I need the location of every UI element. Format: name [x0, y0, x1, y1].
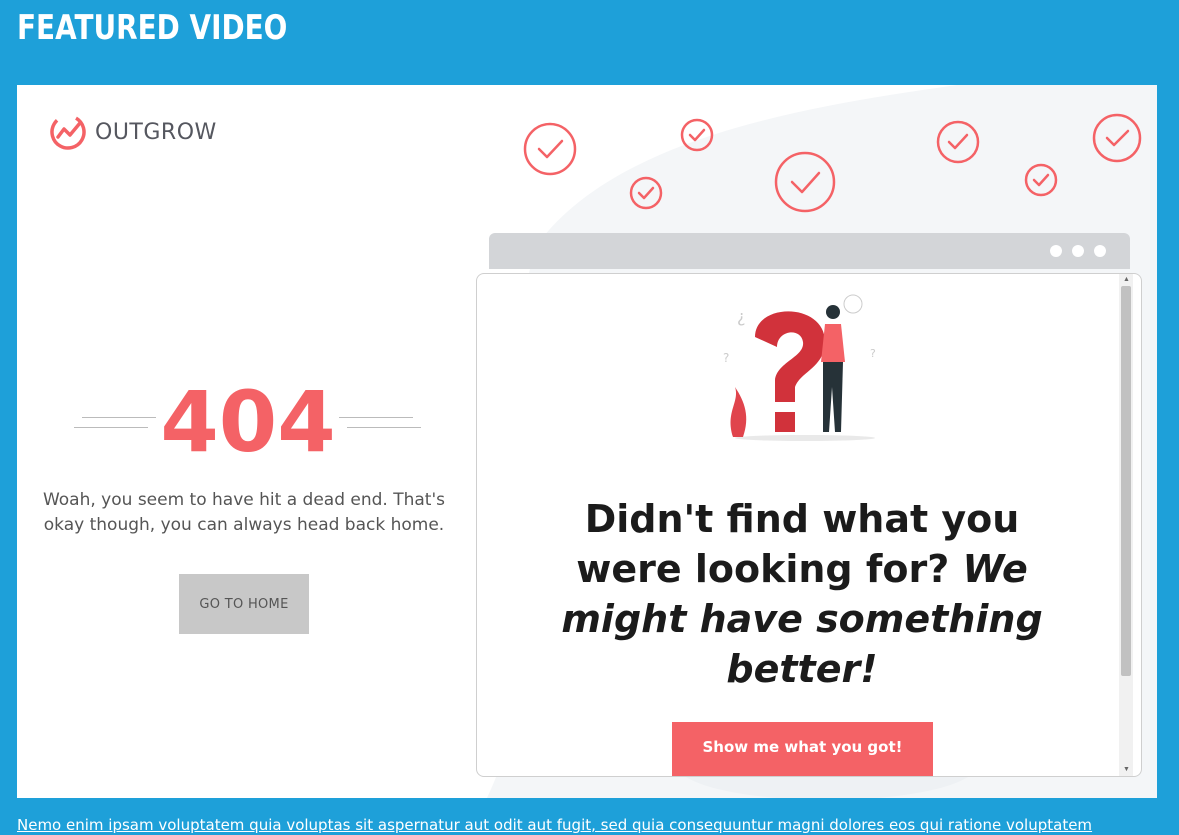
outgrow-logo[interactable]: OUTGROW: [49, 113, 217, 151]
check-circle-icon: [1092, 113, 1142, 163]
scroll-thumb[interactable]: [1121, 286, 1131, 676]
heading-text: Didn't find what you were looking for?: [576, 497, 1020, 591]
footer-paragraph[interactable]: Nemo enim ipsam voluptatem quia voluptas…: [17, 815, 1177, 835]
check-circle-icon: [774, 151, 836, 213]
error-message: Woah, you seem to have hit a dead end. T…: [42, 490, 446, 535]
check-circle-icon: [1024, 163, 1058, 197]
check-circle-icon: [680, 118, 714, 152]
svg-text:?: ?: [870, 347, 876, 360]
window-dot-icon: [1072, 245, 1084, 257]
check-circle-icon: [936, 120, 980, 164]
logo-wordmark: OUTGROW: [95, 119, 217, 145]
error-code: 404: [160, 373, 336, 471]
section-title: FEATURED VIDEO: [17, 8, 288, 48]
scroll-down-icon[interactable]: ▼: [1123, 766, 1130, 774]
embedded-404-page: OUTGROW 404 Woah, you seem to have hit a…: [17, 85, 1157, 798]
window-dot-icon: [1094, 245, 1106, 257]
error-code-block: 404: [73, 377, 423, 467]
popup-frame: ¿ ? ? Didn't find what you were looking …: [476, 273, 1142, 777]
check-circle-icon: [629, 176, 663, 210]
popup-heading: Didn't find what you were looking for? W…: [537, 494, 1067, 694]
outgrow-logo-icon: [50, 114, 86, 150]
window-dot-icon: [1050, 245, 1062, 257]
popup-scrollbar[interactable]: ▲ ▼: [1119, 274, 1133, 776]
confused-person-illustration: ¿ ? ?: [723, 294, 876, 441]
scroll-up-icon[interactable]: ▲: [1123, 276, 1130, 284]
browser-window-bar: [489, 233, 1130, 269]
show-me-button[interactable]: Show me what you got!: [672, 722, 933, 776]
check-circle-icon: [523, 122, 577, 176]
svg-text:?: ?: [723, 351, 729, 365]
go-to-home-button[interactable]: GO TO HOME: [179, 574, 309, 634]
svg-text:¿: ¿: [737, 307, 746, 326]
